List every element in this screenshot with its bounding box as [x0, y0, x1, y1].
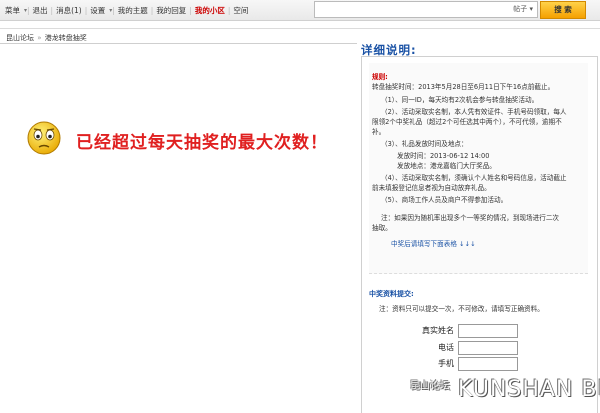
top-toolbar: 菜单 ▾ | 退出 | 消息(1) | 设置 ▾ | 我的主题 | 我的回复 | 我的小区 | 空间 帖子 ▾ … — [0, 0, 600, 21]
rule-line: （1）、同一ID，每天均有2次机会参与转盘抽奖活动。 — [381, 96, 539, 104]
breadcrumb: 昆山论坛 » 港龙转盘抽奖 — [6, 33, 87, 43]
rule-line: 补。 — [372, 128, 386, 136]
field-label-name: 真实姓名 — [422, 326, 454, 335]
field-label-mobile: 手机 — [438, 359, 454, 368]
top-nav: 菜单 ▾ | 退出 | 消息(1) | 设置 ▾ | 我的主题 | 我的回复 | 我的小区 | 空间 — [2, 5, 251, 16]
search-input[interactable] — [315, 2, 471, 15]
nav-item-2[interactable]: 消息(1) — [53, 5, 85, 16]
rules-box: 规则: 转盘抽奖时间：2013年5月28日至6月11日下午16点前截止。 （1）、… — [369, 63, 588, 274]
search-scope-select[interactable]: 帖子 ▾ — [513, 4, 533, 14]
rule-line: （3）、礼品发放时间及地点： — [381, 140, 468, 148]
rule-line: （5）、商场工作人员及商户不得参加活动。 — [381, 196, 508, 204]
rule-line: 抽取。 — [372, 224, 392, 232]
nav-item-7[interactable]: 空间 — [230, 5, 251, 16]
watermark-small-text: 昆山论坛 — [410, 381, 450, 392]
search-button[interactable]: 搜 索 — [540, 1, 586, 19]
detail-panel: 规则: 转盘抽奖时间：2013年5月28日至6月11日下午16点前截止。 （1）、… — [361, 56, 598, 413]
rule-line: 前未填报登记信息者视为自动放弃礼品。 — [372, 184, 491, 192]
nav-item-6[interactable]: 我的小区 — [192, 5, 228, 16]
name-input[interactable] — [458, 324, 518, 338]
breadcrumb-current[interactable]: 港龙转盘抽奖 — [45, 34, 87, 42]
rule-line: （2）、活动采取实名制，本人凭有效证件、手机号码领取，每人 — [381, 108, 567, 116]
nav-item-5[interactable]: 我的回复 — [153, 5, 189, 16]
breadcrumb-home[interactable]: 昆山论坛 — [6, 34, 34, 42]
nav-item-1[interactable]: 退出 — [30, 5, 51, 16]
breadcrumb-arrow: » — [37, 34, 42, 42]
kunshan-bbs-watermark: 昆山论坛 KUNSHAN BBS — [410, 377, 600, 402]
rule-line: 发放地点：港龙嘉临门大厅奖品。 — [397, 162, 496, 170]
search-box: 帖子 ▾ — [314, 1, 538, 18]
confused-face-icon — [27, 121, 61, 155]
prize-note: 注：资料只可以提交一次，不可修改，请填写正确资料。 — [379, 305, 544, 313]
nav-item-0[interactable]: 菜单 — [2, 5, 23, 16]
mobile-input[interactable] — [458, 357, 518, 371]
breadcrumb-divider — [0, 43, 357, 44]
rule-line: 发放时间：2013-06-12 14:00 — [397, 152, 490, 160]
form-link[interactable]: 中奖后请填写下面表格 ↓↓↓ — [391, 240, 476, 249]
nav-item-4[interactable]: 我的主题 — [115, 5, 151, 16]
rule-line: 注：如果因为随机率出现多个一等奖的情况，到现场进行二次 — [381, 214, 560, 222]
nav-item-3[interactable]: 设置 — [87, 5, 108, 16]
phone-input[interactable] — [458, 341, 518, 355]
header-divider — [0, 28, 600, 29]
prize-heading: 中奖资料提交: — [369, 290, 414, 298]
watermark-text: KUNSHAN BBS — [458, 377, 600, 402]
field-label-phone: 电话 — [438, 343, 454, 352]
rule-line: 转盘抽奖时间：2013年5月28日至6月11日下午16点前截止。 — [372, 83, 555, 91]
rule-line: （4）、活动采取实名制，须确认个人姓名和号码信息，活动截止 — [381, 174, 567, 182]
limit-message: 已经超过每天抽奖的最大次数！ — [76, 133, 328, 153]
rules-heading: 规则: — [372, 73, 388, 81]
rule-line: 限领2个中奖礼品（超过2个可任选其中两个），不可代领，逾期不 — [372, 118, 562, 126]
